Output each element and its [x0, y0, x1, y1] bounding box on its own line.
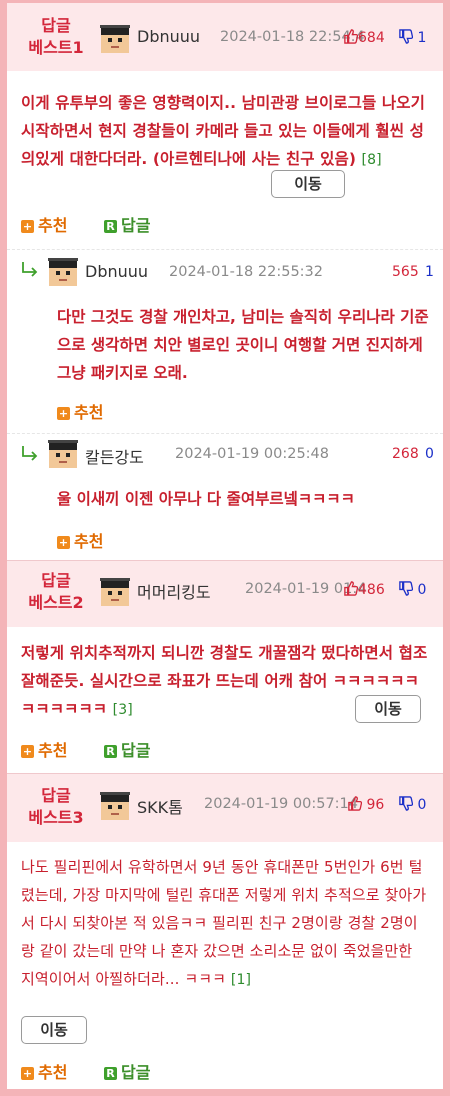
reply-body: 울 이새끼 이젠 아무나 다 줄여부르넼ㅋㅋㅋㅋ [57, 490, 355, 508]
downvote-count[interactable]: 0 [398, 581, 426, 598]
thumbs-down-icon [399, 796, 413, 811]
reply-arrow-icon [22, 262, 38, 277]
downvote-count[interactable]: 1 [425, 264, 434, 280]
reply-username[interactable]: 칼든강도 [85, 444, 144, 468]
comment-username[interactable]: Dbnuuu [137, 27, 200, 46]
thumbs-down-icon [399, 581, 413, 596]
thumbs-up-icon [348, 796, 362, 811]
comment-username[interactable]: SKK톰 [137, 794, 183, 818]
reply-count: [3] [112, 702, 133, 718]
r-icon: R [104, 745, 117, 758]
upvote-count[interactable]: 565 [392, 264, 419, 280]
comment-body: 나도 필리핀에서 유학하면서 9년 동안 휴대폰만 5번인가 6번 털렸는데, … [21, 858, 427, 988]
reply-username[interactable]: Dbnuuu [85, 262, 148, 281]
plus-icon: + [21, 1067, 34, 1080]
upvote-count[interactable]: 268 [392, 446, 419, 462]
reply-count: [8] [361, 152, 382, 168]
reply-button[interactable]: R 답글 [104, 1059, 150, 1083]
best-label-line2: 베스트3 [28, 808, 84, 827]
comment-body: 이게 유투부의 좋은 영향력이지.. 남미관광 브이로그들 나오기 시작하면서 … [21, 94, 425, 168]
downvote-count[interactable]: 1 [398, 29, 426, 46]
thumbs-up-icon [344, 581, 358, 596]
r-icon: R [104, 220, 117, 233]
plus-icon: + [57, 407, 70, 420]
best-label-line2: 베스트1 [28, 38, 84, 57]
reply-date: 2024-01-19 00:25:48 [175, 446, 329, 462]
reply-date: 2024-01-18 22:55:32 [169, 264, 323, 280]
reply-count: [1] [230, 972, 252, 988]
plus-icon: + [57, 536, 70, 549]
best-comment-header: 답글 베스트1 Dbnuuu 2024-01-18 22:54:4 684 1 [7, 3, 443, 71]
comment-date: 2024-01-19 00:57:14 [204, 796, 358, 812]
recommend-button[interactable]: + 추천 [57, 528, 103, 552]
avatar-icon[interactable] [48, 439, 78, 469]
best-label-line1: 답글 [41, 571, 71, 590]
upvote-count[interactable]: 486 [343, 581, 385, 598]
best-comment-header: 답글 베스트2 머머리킹도 2024-01-19 01:4 486 0 [7, 561, 443, 627]
downvote-count[interactable]: 0 [398, 796, 426, 813]
reply-body: 다만 그것도 경찰 개인차고, 남미는 솔직히 우리나라 기준으로 생각하면 치… [57, 308, 429, 382]
thumbs-down-icon [399, 29, 413, 44]
divider [7, 249, 443, 250]
reply-button[interactable]: R 답글 [104, 737, 150, 761]
upvote-count[interactable]: 684 [343, 29, 385, 46]
move-button[interactable]: 이동 [271, 170, 345, 198]
recommend-button[interactable]: + 추천 [57, 399, 103, 423]
best-label-line1: 답글 [41, 16, 71, 35]
plus-icon: + [21, 745, 34, 758]
comment-username[interactable]: 머머리킹도 [137, 579, 211, 603]
comment-list: 답글 베스트1 Dbnuuu 2024-01-18 22:54:4 684 1 … [7, 3, 443, 1096]
move-button[interactable]: 이동 [355, 695, 421, 723]
downvote-count[interactable]: 0 [425, 446, 434, 462]
reply-arrow-icon [22, 446, 38, 461]
r-icon: R [104, 1067, 117, 1080]
best-label: 답글 베스트3 [21, 785, 91, 829]
upvote-count[interactable]: 96 [347, 796, 384, 813]
thumbs-up-icon [344, 29, 358, 44]
avatar-icon[interactable] [100, 577, 130, 607]
avatar-icon[interactable] [100, 24, 130, 54]
avatar-icon[interactable] [100, 791, 130, 821]
best-label-line1: 답글 [41, 786, 71, 805]
recommend-button[interactable]: + 추천 [21, 1059, 67, 1083]
divider [7, 433, 443, 434]
plus-icon: + [21, 220, 34, 233]
best-comment-header: 답글 베스트3 SKK톰 2024-01-19 00:57:14 96 0 [7, 774, 443, 842]
best-label: 답글 베스트2 [21, 570, 91, 614]
avatar-icon[interactable] [48, 257, 78, 287]
best-label: 답글 베스트1 [21, 15, 91, 59]
move-button[interactable]: 이동 [21, 1016, 87, 1044]
recommend-button[interactable]: + 추천 [21, 212, 67, 236]
recommend-button[interactable]: + 추천 [21, 737, 67, 761]
reply-button[interactable]: R 답글 [104, 212, 150, 236]
best-label-line2: 베스트2 [28, 593, 84, 612]
